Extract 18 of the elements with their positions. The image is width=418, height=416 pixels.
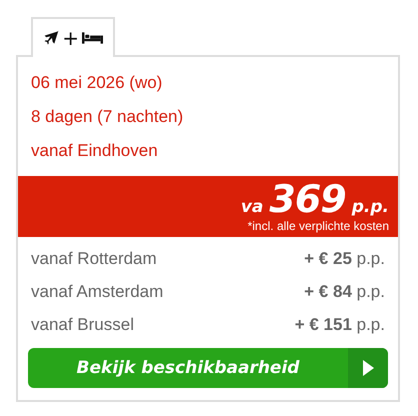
airplane-icon: [43, 29, 60, 47]
surcharge: + € 84 p.p.: [304, 281, 385, 303]
price-amount: 369: [269, 180, 346, 218]
tab[interactable]: +: [31, 17, 115, 57]
departure-airport: vanaf Rotterdam: [31, 248, 157, 270]
surcharge: + € 151 p.p.: [294, 314, 385, 336]
play-icon: [362, 360, 374, 376]
price-note: *incl. alle verplichte kosten: [248, 219, 389, 233]
trip-detail: vanaf Eindhoven: [31, 140, 159, 162]
departure-airport: vanaf Amsterdam: [31, 281, 164, 303]
bed-icon: [82, 31, 103, 45]
price-unit: p.p.: [352, 199, 389, 216]
trip-detail: 06 mei 2026 (wo): [31, 72, 164, 94]
plus-sign: +: [62, 28, 79, 48]
departure-airport: vanaf Brussel: [31, 314, 134, 336]
trip-detail: 8 dagen (7 nachten): [31, 106, 184, 128]
price-prefix: va: [240, 199, 264, 216]
surcharge: + € 25 p.p.: [304, 248, 385, 270]
